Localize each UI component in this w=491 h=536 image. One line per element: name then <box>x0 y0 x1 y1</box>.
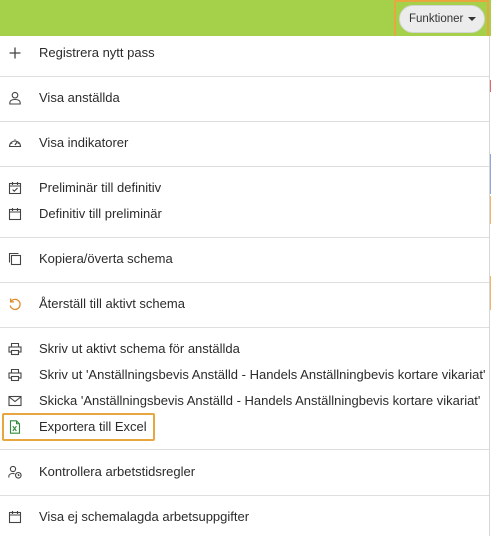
menu-divider <box>0 449 489 450</box>
menu-item-copy-schedule[interactable]: Kopiera/överta schema <box>0 247 489 271</box>
menu-item-label: Definitiv till preliminär <box>39 206 162 221</box>
plus-icon <box>8 46 22 60</box>
menu-item-check-working-time-rules[interactable]: Kontrollera arbetstidsregler <box>0 460 489 484</box>
menu-item-show-unscheduled-tasks[interactable]: Visa ej schemalagda arbetsuppgifter <box>0 505 489 529</box>
menu-item-label: Visa anställda <box>39 90 120 105</box>
menu-item-label: Preliminär till definitiv <box>39 180 162 195</box>
menu-divider <box>0 166 489 167</box>
functions-button-label: Funktioner <box>409 13 464 25</box>
calendar-icon <box>8 510 22 524</box>
menu-divider <box>0 237 489 238</box>
printer-icon <box>8 368 22 382</box>
menu-item-show-indicators[interactable]: Visa indikatorer <box>0 131 489 155</box>
user-icon <box>8 91 22 105</box>
menu-item-label: Registrera nytt pass <box>39 45 155 60</box>
schedule-window: Funktioner Registrera nytt pass Visa ans… <box>0 0 491 536</box>
export-to-excel-highlight <box>2 413 155 441</box>
menu-divider <box>0 327 489 328</box>
menu-item-print-active-schedule[interactable]: Skriv ut aktivt schema för anställda <box>0 337 489 361</box>
menu-item-label: Visa indikatorer <box>39 135 129 150</box>
chevron-down-icon <box>468 17 476 21</box>
gauge-icon <box>8 136 22 150</box>
menu-item-show-employees[interactable]: Visa anställda <box>0 86 489 110</box>
menu-item-register-shift[interactable]: Registrera nytt pass <box>0 41 489 65</box>
undo-icon <box>8 297 22 311</box>
functions-menu: Registrera nytt pass Visa anställda Visa… <box>0 36 490 536</box>
menu-item-label: Kontrollera arbetstidsregler <box>39 464 196 479</box>
menu-item-definitive-to-preliminary[interactable]: Definitiv till preliminär <box>0 202 489 226</box>
menu-divider <box>0 495 489 496</box>
menu-item-label: Skicka 'Anställningsbevis Anställd - Han… <box>39 393 481 408</box>
menu-item-print-employment-certificate[interactable]: Skriv ut 'Anställningsbevis Anställd - H… <box>0 363 489 387</box>
envelope-icon <box>8 394 22 408</box>
menu-divider <box>0 76 489 77</box>
menu-item-label: Kopiera/överta schema <box>39 251 173 266</box>
menu-item-label: Skriv ut aktivt schema för anställda <box>39 341 240 356</box>
copy-icon <box>8 252 22 266</box>
user-clock-icon <box>8 465 22 479</box>
menu-item-label: Visa ej schemalagda arbetsuppgifter <box>39 509 250 524</box>
menu-item-label: Återställ till aktivt schema <box>39 296 185 311</box>
functions-dropdown-button[interactable]: Funktioner <box>399 5 485 33</box>
calendar-icon <box>8 207 22 221</box>
printer-icon <box>8 342 22 356</box>
menu-item-send-employment-certificate[interactable]: Skicka 'Anställningsbevis Anställd - Han… <box>0 389 489 413</box>
calendar-check-icon <box>8 181 22 195</box>
menu-divider <box>0 121 489 122</box>
menu-item-preliminary-to-definitive[interactable]: Preliminär till definitiv <box>0 176 489 200</box>
menu-divider <box>0 282 489 283</box>
menu-item-restore-active-schedule[interactable]: Återställ till aktivt schema <box>0 292 489 316</box>
menu-item-label: Skriv ut 'Anställningsbevis Anställd - H… <box>39 367 486 382</box>
